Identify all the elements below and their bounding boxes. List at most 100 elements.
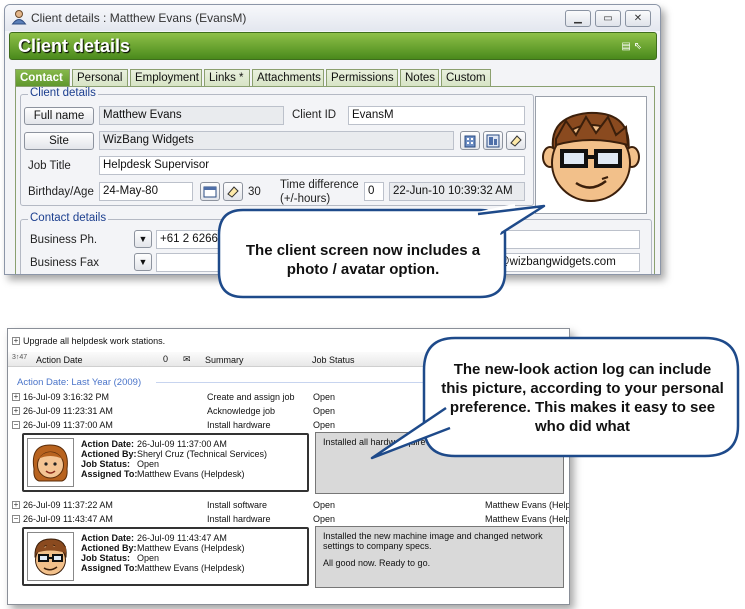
row-date[interactable]: 26-Jul-09 11:43:47 AM	[23, 514, 113, 524]
site-details-icon[interactable]	[483, 131, 503, 150]
row-assigned: Matthew Evans (Help	[485, 514, 570, 524]
row-summary[interactable]: Acknowledge job	[207, 406, 275, 416]
site-button[interactable]: Site	[24, 132, 94, 150]
collapse-icon[interactable]: −	[12, 421, 20, 429]
tab-links[interactable]: Links *	[204, 69, 250, 87]
time-difference-label: Time difference	[280, 179, 359, 191]
detail-label: Job Status:	[81, 553, 131, 563]
tab-notes[interactable]: Notes	[400, 69, 439, 87]
email-icon[interactable]: ✉	[183, 354, 191, 365]
building-icon[interactable]	[460, 131, 480, 150]
fax-type-dropdown[interactable]: ▼	[134, 253, 152, 271]
column-job-status[interactable]: Job Status	[312, 355, 355, 365]
attachment-icon[interactable]: 0	[163, 354, 168, 364]
tab-personal[interactable]: Personal	[72, 69, 128, 87]
business-phone-label: Business Ph.	[30, 234, 98, 246]
row-date[interactable]: 16-Jul-09 3:16:32 PM	[23, 392, 109, 402]
menu-icon[interactable]: ▤	[621, 41, 630, 52]
notes-text: All good now. Ready to go.	[323, 558, 431, 568]
avatar	[27, 438, 74, 487]
detail-value: Open	[137, 459, 160, 469]
birthday-label: Birthday/Age	[28, 186, 94, 198]
avatar-male-icon	[34, 538, 67, 576]
time-difference-field[interactable]: 0	[364, 182, 384, 201]
user-icon	[11, 10, 27, 25]
row-status: Open	[313, 500, 336, 510]
header-bar: Client details ▤ ⇖	[9, 32, 657, 60]
window-title: Client details : Matthew Evans (EvansM)	[31, 11, 247, 25]
row-assigned: Matthew Evans (Help	[485, 500, 570, 510]
row-status: Open	[313, 420, 336, 430]
client-id-field[interactable]: EvansM	[348, 106, 525, 125]
clear-date-icon[interactable]	[223, 182, 243, 201]
detail-label: Actioned By:	[81, 543, 137, 553]
calendar-icon[interactable]	[200, 182, 220, 201]
tab-permissions[interactable]: Permissions	[326, 69, 398, 87]
group-label: Contact details	[28, 212, 109, 224]
detail-label: Assigned To:	[81, 563, 138, 573]
tab-employment[interactable]: Employment	[130, 69, 202, 87]
detail-label: Action Date:	[81, 533, 135, 543]
expand-icon[interactable]: +	[12, 393, 20, 401]
minimize-button[interactable]: ▁	[565, 10, 591, 27]
avatar	[27, 532, 74, 581]
action-detail-card: Action Date: 26-Jul-09 11:43:47 AM Actio…	[22, 527, 309, 586]
email-field[interactable]: @wizbangwidgets.com	[494, 253, 640, 272]
row-summary[interactable]: Create and assign job	[207, 392, 295, 402]
sort-icon[interactable]: 3↑47	[12, 354, 27, 361]
detail-value: Sheryl Cruz (Technical Services)	[137, 449, 268, 459]
local-time-field: 22-Jun-10 10:39:32 AM	[389, 182, 525, 201]
window-titlebar: Client details : Matthew Evans (EvansM) …	[5, 5, 660, 31]
row-summary[interactable]: Install software	[207, 500, 267, 510]
page-title: Client details	[18, 36, 131, 56]
maximize-button[interactable]: ▭	[595, 10, 621, 27]
detail-label: Action Date:	[81, 439, 135, 449]
upgrade-row-text: Upgrade all helpdesk work stations.	[23, 336, 166, 346]
expand-icon[interactable]: +	[12, 501, 20, 509]
row-date[interactable]: 26-Jul-09 11:23:31 AM	[23, 406, 113, 416]
tab-custom[interactable]: Custom	[441, 69, 491, 87]
notes-text: settings to company specs.	[323, 541, 432, 551]
row-date[interactable]: 26-Jul-09 11:37:22 AM	[23, 500, 113, 510]
row-summary[interactable]: Install hardware	[207, 514, 271, 524]
group-filter-label: Action Date: Last Year (2009)	[17, 377, 142, 388]
notes-text: Installed the new machine image and chan…	[323, 531, 543, 541]
row-status: Open	[313, 514, 336, 524]
job-title-field[interactable]: Helpdesk Supervisor	[99, 156, 525, 175]
row-summary[interactable]: Install hardware	[207, 420, 271, 430]
eraser-icon[interactable]	[506, 131, 526, 150]
detail-value: Matthew Evans (Helpdesk)	[137, 563, 245, 573]
detail-value: 26-Jul-09 11:43:47 AM	[137, 533, 227, 543]
detail-value: Matthew Evans (Helpdesk)	[137, 469, 245, 479]
expand-icon[interactable]: +	[12, 407, 20, 415]
row-date[interactable]: 26-Jul-09 11:37:00 AM	[23, 420, 113, 430]
column-summary[interactable]: Summary	[205, 355, 244, 365]
site-field[interactable]: WizBang Widgets	[99, 131, 454, 150]
full-name-button[interactable]: Full name	[24, 107, 94, 125]
pointer-icon[interactable]: ⇖	[634, 41, 642, 52]
close-button[interactable]: ✕	[625, 10, 651, 27]
tab-attachments[interactable]: Attachments	[252, 69, 324, 87]
action-detail-card: Action Date: 26-Jul-09 11:37:00 AM Actio…	[22, 433, 309, 492]
detail-label: Job Status:	[81, 459, 131, 469]
phone-type-dropdown[interactable]: ▼	[134, 230, 152, 248]
avatar-male-icon	[542, 111, 640, 202]
age-value: 30	[248, 186, 261, 198]
job-title-label: Job Title	[28, 160, 71, 172]
collapse-icon[interactable]: −	[12, 515, 20, 523]
business-fax-label: Business Fax	[30, 257, 100, 269]
detail-value: Matthew Evans (Helpdesk)	[137, 543, 245, 553]
row-status: Open	[313, 392, 336, 402]
callout-photo-text: The client screen now includes a photo /…	[245, 242, 481, 278]
callout-action-log-text: The new-look action log can include this…	[441, 361, 724, 435]
detail-label: Actioned By:	[81, 449, 137, 459]
detail-value: 26-Jul-09 11:37:00 AM	[137, 439, 227, 449]
detail-value: Open	[137, 553, 160, 563]
column-action-date[interactable]: Action Date	[36, 355, 83, 365]
expand-icon[interactable]: +	[12, 337, 20, 345]
birthday-field[interactable]: 24-May-80	[99, 182, 193, 201]
full-name-field[interactable]: Matthew Evans	[99, 106, 284, 125]
action-notes: Installed the new machine image and chan…	[315, 526, 564, 588]
client-photo[interactable]	[535, 96, 647, 214]
detail-label: Assigned To:	[81, 469, 138, 479]
